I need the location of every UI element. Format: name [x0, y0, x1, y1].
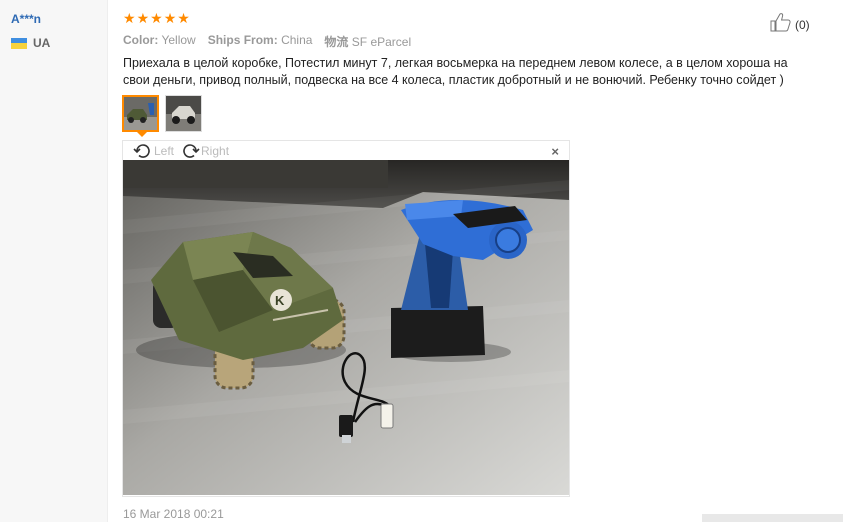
ukraine-flag-icon — [11, 37, 27, 49]
viewer-toolbar: Left Right × — [123, 141, 569, 160]
color-info: Color: Yellow — [123, 33, 196, 50]
ships-from-label: Ships From: — [207, 33, 278, 47]
star-icon: ★ — [150, 10, 163, 26]
photo-thumbnails — [122, 95, 202, 132]
logistics-value: SF eParcel — [351, 35, 412, 49]
reviewer-name: A***n — [11, 12, 42, 26]
photo-thumbnail-1[interactable] — [122, 95, 159, 132]
order-meta: Color: Yellow Ships From: China 物流 SF eP… — [123, 33, 411, 50]
like-count: (0) — [795, 17, 810, 32]
country-code: UA — [33, 36, 51, 50]
star-icon: ★ — [163, 10, 177, 26]
rotate-right-icon — [180, 143, 200, 159]
rotate-right-button[interactable]: Right — [180, 143, 229, 159]
thumbnail-active-indicator — [137, 132, 147, 137]
logistics-info: 物流 SF eParcel — [324, 33, 411, 50]
rotate-right-label: Right — [201, 143, 230, 158]
rc-car-photo: K — [123, 160, 569, 495]
star-icon: ★ — [136, 10, 150, 26]
svg-text:K: K — [275, 293, 285, 308]
reviewer-country: UA — [11, 36, 50, 50]
photo-thumbnail-2[interactable] — [165, 95, 202, 132]
logistics-label: 物流 — [324, 35, 349, 49]
thumbs-up-icon — [770, 12, 792, 37]
review-date: 16 Mar 2018 00:21 — [123, 507, 224, 521]
review-photo: K — [123, 160, 569, 495]
ships-from-value: China — [281, 33, 313, 47]
star-icon: ★ — [177, 10, 190, 26]
star-rating: ★ ★ ★ ★ ★ — [123, 11, 190, 25]
rotate-left-label: Left — [154, 143, 175, 158]
helpful-button[interactable]: (0) — [770, 12, 810, 37]
color-label: Color: — [123, 33, 159, 47]
page-edge-tab — [702, 514, 843, 522]
review-body: Приехала в целой коробке, Потестил минут… — [123, 56, 788, 87]
color-value: Yellow — [161, 33, 196, 47]
rotate-left-button[interactable]: Left — [133, 143, 174, 159]
photo-viewer: Left Right × K — [122, 140, 570, 497]
rotate-left-icon — [133, 143, 153, 159]
star-icon: ★ — [123, 10, 136, 26]
reviewer-panel: A***n UA — [0, 0, 108, 522]
close-icon[interactable]: × — [551, 144, 559, 159]
ships-info: Ships From: China — [208, 33, 313, 50]
